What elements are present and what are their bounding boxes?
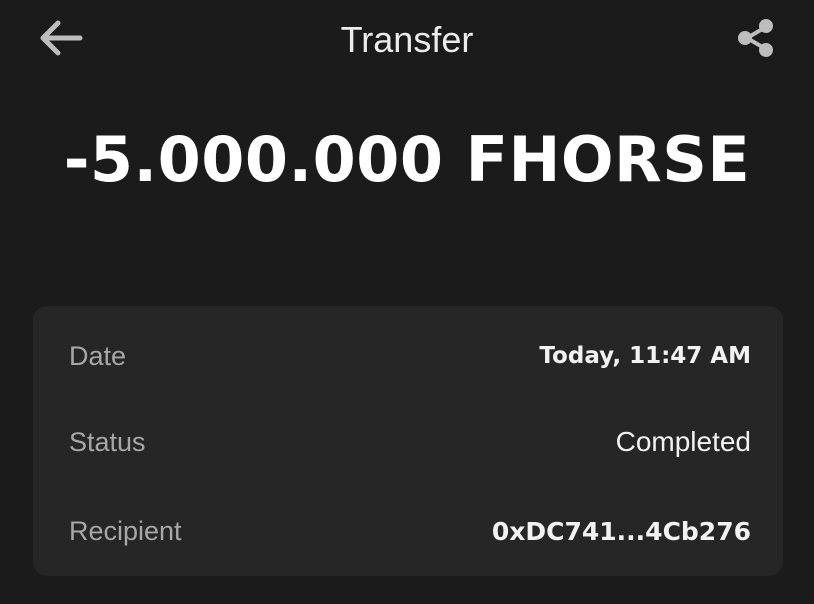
date-value: Today, 11:47 AM [539, 343, 751, 369]
header: Transfer [0, 0, 814, 82]
recipient-label: Recipient [69, 515, 182, 546]
date-row: Date Today, 11:47 AM [69, 336, 751, 376]
recipient-address[interactable]: 0xDC741...4Cb276 [492, 517, 751, 546]
status-value: Completed [615, 426, 751, 457]
details-card: Date Today, 11:47 AM Status Completed Re… [33, 306, 783, 576]
date-label: Date [69, 340, 127, 371]
share-icon [735, 17, 777, 64]
recipient-row[interactable]: Recipient 0xDC741...4Cb276 [69, 511, 751, 551]
share-button[interactable] [730, 16, 782, 64]
status-label: Status [69, 426, 146, 457]
page-title: Transfer [340, 19, 474, 60]
transfer-amount: -5.000.000 FHORSE [63, 123, 751, 196]
transfer-screen: Transfer -5.000.000 FHORSE Date Today, 1… [0, 0, 814, 604]
status-row: Status Completed [69, 422, 751, 462]
